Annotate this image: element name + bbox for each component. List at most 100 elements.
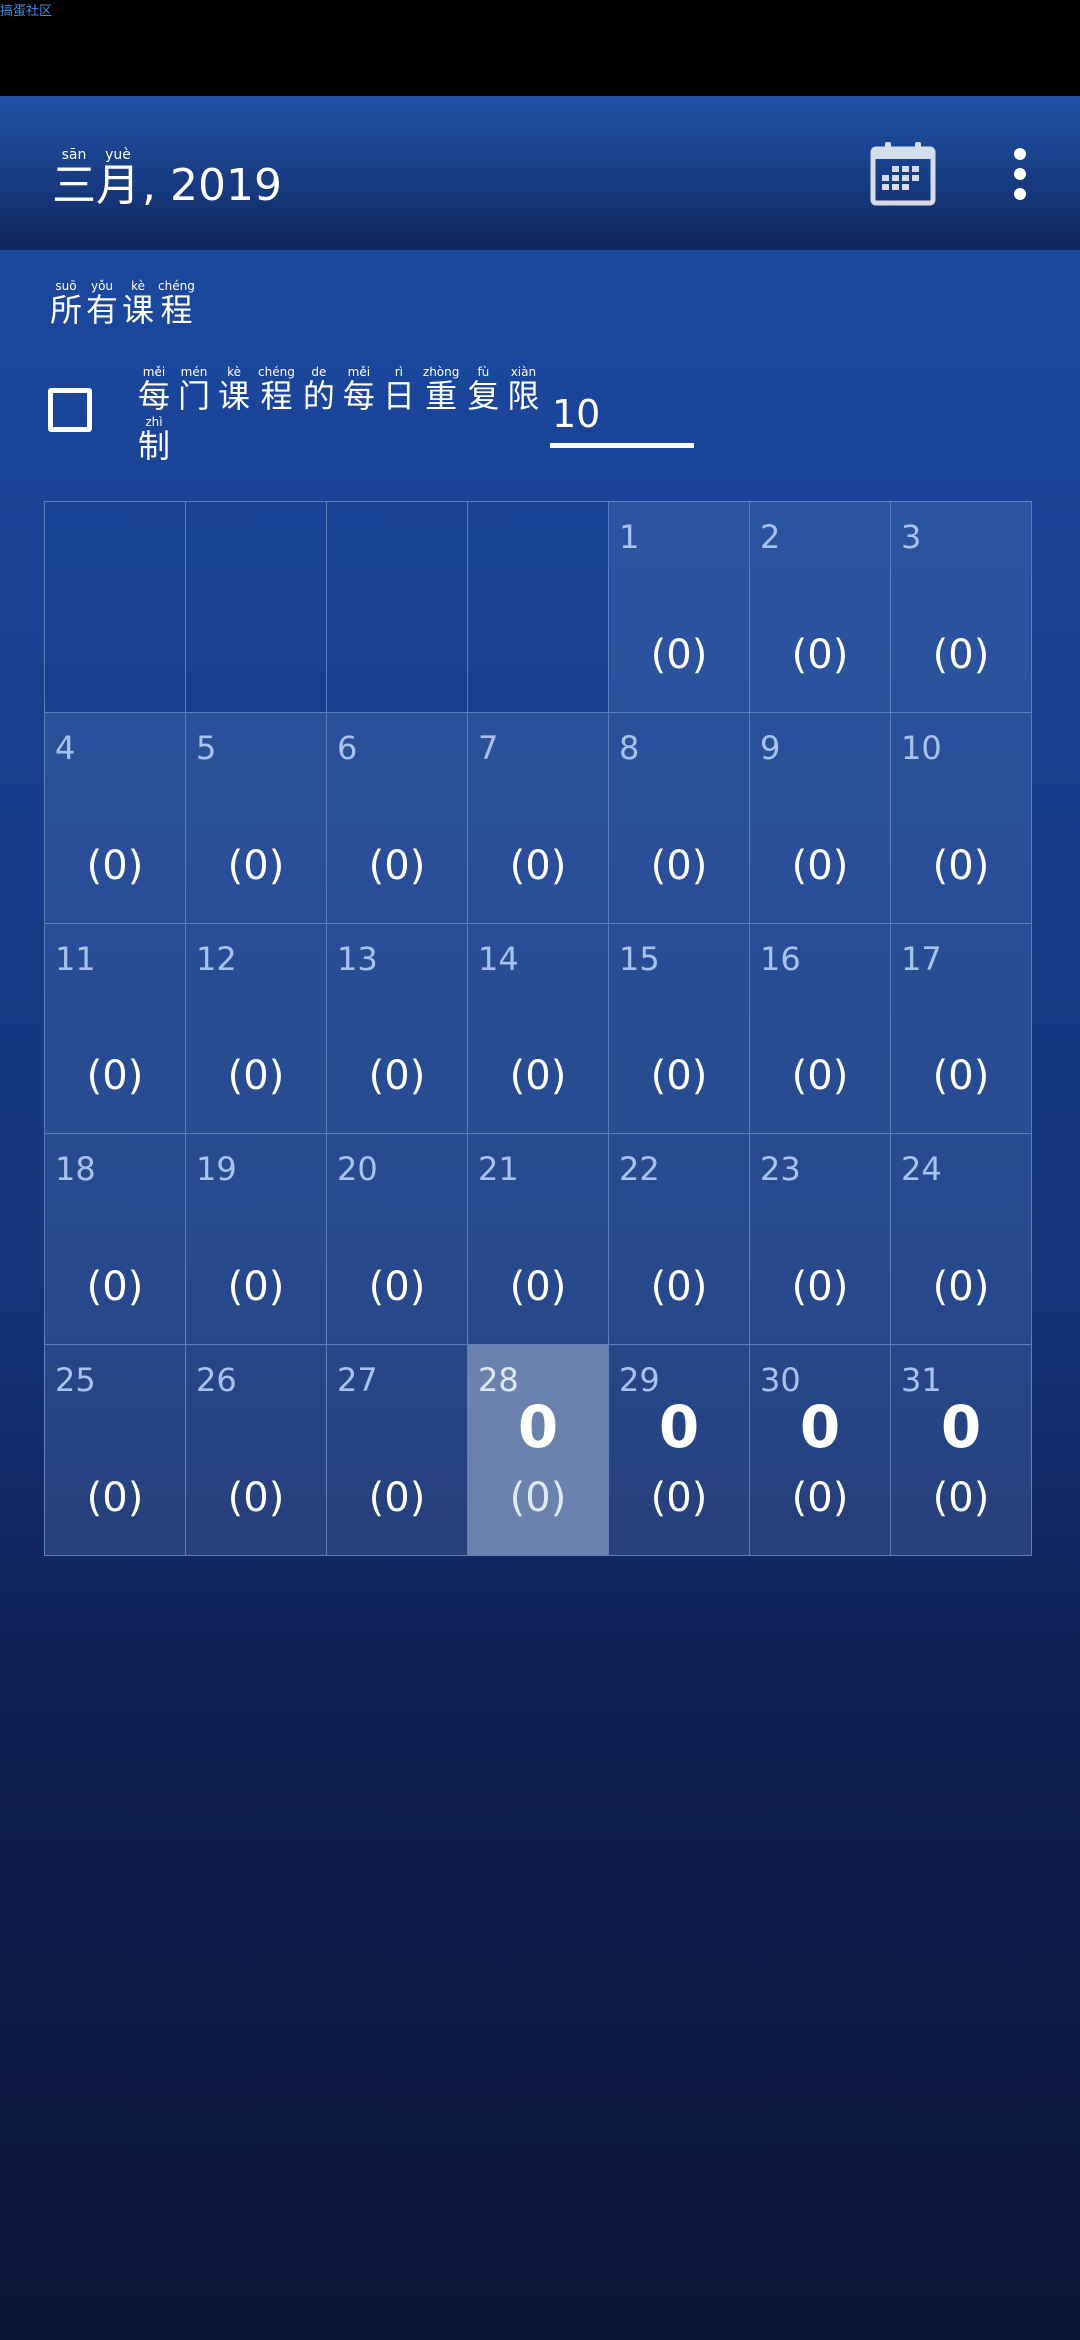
calendar-day-cell[interactable]: 23 (0)	[750, 1134, 891, 1346]
day-count: (0)	[932, 1053, 990, 1100]
day-count: (0)	[368, 1475, 426, 1521]
ruby-char: xiàn 限	[503, 366, 543, 412]
calendar-day-cell[interactable]: 29 0 (0)	[609, 1345, 750, 1556]
day-count: (0)	[227, 1053, 285, 1100]
ruby-char: de 的	[299, 366, 339, 412]
day-number: 21	[478, 1150, 519, 1189]
calendar-day-cell[interactable]: 16 (0)	[750, 923, 891, 1135]
day-count: (0)	[227, 842, 285, 889]
calendar-day-cell[interactable]: 24 (0)	[891, 1134, 1032, 1346]
day-count: (0)	[791, 1475, 849, 1521]
calendar-day-cell[interactable]: 21 (0)	[468, 1134, 609, 1346]
day-number: 13	[337, 939, 378, 978]
day-number: 9	[760, 728, 781, 767]
day-number: 5	[196, 728, 217, 767]
ruby-char: mén 门	[174, 366, 214, 412]
day-count: (0)	[650, 1053, 708, 1100]
daily-limit-label: měi 每 mén 门 kè 课 chéng 程 de 的 měi 每 rì 日 zhòng 重 fù 复 xiàn…	[134, 366, 543, 412]
hanzi-text: 程	[260, 377, 293, 415]
day-count: (0)	[650, 842, 708, 889]
day-scheduled-count: 0	[799, 1393, 841, 1462]
day-scheduled-count: 0	[940, 1393, 982, 1462]
calendar-day-cell[interactable]: 6 (0)	[327, 712, 468, 924]
day-count: (0)	[509, 1053, 567, 1100]
day-number: 16	[760, 939, 801, 978]
calendar-day-cell[interactable]: 17 (0)	[891, 923, 1032, 1135]
calendar-empty-cell	[45, 502, 186, 713]
day-number: 2	[760, 518, 781, 556]
ruby-char: zhòng 重	[419, 366, 463, 412]
day-number: 10	[901, 728, 942, 767]
day-count: (0)	[368, 842, 426, 889]
ruby-char: měi 每	[134, 366, 174, 412]
calendar-day-cell[interactable]: 10 (0)	[891, 712, 1032, 924]
calendar-day-cell[interactable]: 31 0 (0)	[891, 1345, 1032, 1556]
calendar-icon[interactable]	[870, 140, 936, 206]
day-count: (0)	[86, 1475, 144, 1521]
day-number: 26	[196, 1361, 237, 1400]
ruby-char: měi 每	[339, 366, 379, 412]
calendar-day-cell[interactable]: 8 (0)	[609, 712, 750, 924]
day-number: 15	[619, 939, 660, 978]
hanzi-text: 限	[507, 377, 540, 415]
calendar-day-cell[interactable]: 19 (0)	[186, 1134, 327, 1346]
calendar-day-cell[interactable]: 27 (0)	[327, 1345, 468, 1556]
daily-limit-label-cont: zhì 制	[134, 416, 174, 462]
ruby-char: yuè 月	[96, 148, 140, 208]
day-number: 25	[55, 1361, 96, 1400]
calendar-day-cell[interactable]: 13 (0)	[327, 923, 468, 1135]
calendar-day-cell[interactable]: 15 (0)	[609, 923, 750, 1135]
month-year-title: sān 三 yuè 月, 2019	[52, 148, 282, 208]
calendar-day-cell[interactable]: 3 (0)	[891, 502, 1032, 713]
day-number: 7	[478, 728, 499, 767]
calendar-day-cell[interactable]: 4 (0)	[45, 712, 186, 924]
calendar-day-cell[interactable]: 18 (0)	[45, 1134, 186, 1346]
all-courses-dropdown[interactable]: suō 所 yǒu 有 kè 课 chéng 程	[48, 280, 197, 326]
day-count: (0)	[86, 1264, 144, 1311]
calendar-day-cell[interactable]: 12 (0)	[186, 923, 327, 1135]
hanzi-text: 制	[138, 427, 171, 465]
day-count: (0)	[932, 1264, 990, 1311]
day-count: (0)	[791, 1264, 849, 1311]
ruby-char: zhì 制	[134, 416, 174, 462]
day-number: 23	[760, 1150, 801, 1189]
hanzi-text: 课	[122, 291, 155, 329]
day-count: (0)	[509, 1264, 567, 1311]
calendar-day-cell[interactable]: 28 0 (0)	[468, 1345, 609, 1556]
more-vert-icon[interactable]	[1004, 146, 1036, 202]
ruby-char: fù 复	[463, 366, 503, 412]
day-number: 14	[478, 939, 519, 978]
day-number: 3	[901, 518, 922, 556]
calendar-day-cell[interactable]: 5 (0)	[186, 712, 327, 924]
calendar-day-cell[interactable]: 7 (0)	[468, 712, 609, 924]
calendar-day-cell[interactable]: 11 (0)	[45, 923, 186, 1135]
calendar-day-cell[interactable]: 26 (0)	[186, 1345, 327, 1556]
daily-limit-checkbox[interactable]	[48, 388, 92, 432]
calendar-empty-cell	[327, 502, 468, 713]
ruby-char: chéng 程	[254, 366, 299, 412]
calendar-day-cell[interactable]: 14 (0)	[468, 923, 609, 1135]
day-number: 27	[337, 1361, 378, 1400]
calendar-day-cell[interactable]: 1 (0)	[609, 502, 750, 713]
hanzi-text: 重	[425, 377, 458, 415]
day-scheduled-count: 0	[517, 1393, 559, 1462]
calendar-day-cell[interactable]: 20 (0)	[327, 1134, 468, 1346]
calendar-day-cell[interactable]: 30 0 (0)	[750, 1345, 891, 1556]
day-scheduled-count: 0	[658, 1393, 700, 1462]
day-count: (0)	[932, 842, 990, 889]
day-count: (0)	[791, 631, 849, 678]
status-bar: 搞蛋社区	[0, 0, 1080, 96]
day-count: (0)	[86, 1053, 144, 1100]
calendar-day-cell[interactable]: 9 (0)	[750, 712, 891, 924]
calendar-day-cell[interactable]: 22 (0)	[609, 1134, 750, 1346]
calendar-day-cell[interactable]: 25 (0)	[45, 1345, 186, 1556]
day-count: (0)	[650, 1475, 708, 1521]
daily-limit-input[interactable]	[550, 384, 694, 448]
calendar-empty-cell	[468, 502, 609, 713]
day-number: 17	[901, 939, 942, 978]
ruby-char: rì 日	[379, 366, 419, 412]
calendar-day-cell[interactable]: 2 (0)	[750, 502, 891, 713]
ruby-char: kè 课	[120, 280, 156, 326]
day-count: (0)	[509, 842, 567, 889]
hanzi-text: 所	[50, 291, 83, 329]
